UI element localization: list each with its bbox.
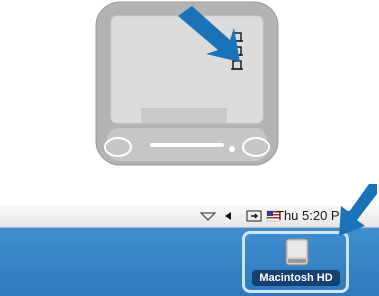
screen-dock xyxy=(141,108,227,123)
battery-plug-icon[interactable] xyxy=(245,205,265,227)
volume-icon[interactable] xyxy=(222,205,234,227)
monitor-power-light xyxy=(229,146,235,152)
airport-icon[interactable] xyxy=(198,205,218,227)
arrow-bottom-icon xyxy=(339,184,377,236)
hard-drive-label[interactable]: Macintosh HD xyxy=(252,270,340,286)
hard-drive-icon[interactable] xyxy=(285,238,309,266)
monitor-disk-slot xyxy=(150,143,224,147)
menubar: Thu 5:20 PM xyxy=(0,205,379,228)
monitor-illustration xyxy=(95,1,279,166)
